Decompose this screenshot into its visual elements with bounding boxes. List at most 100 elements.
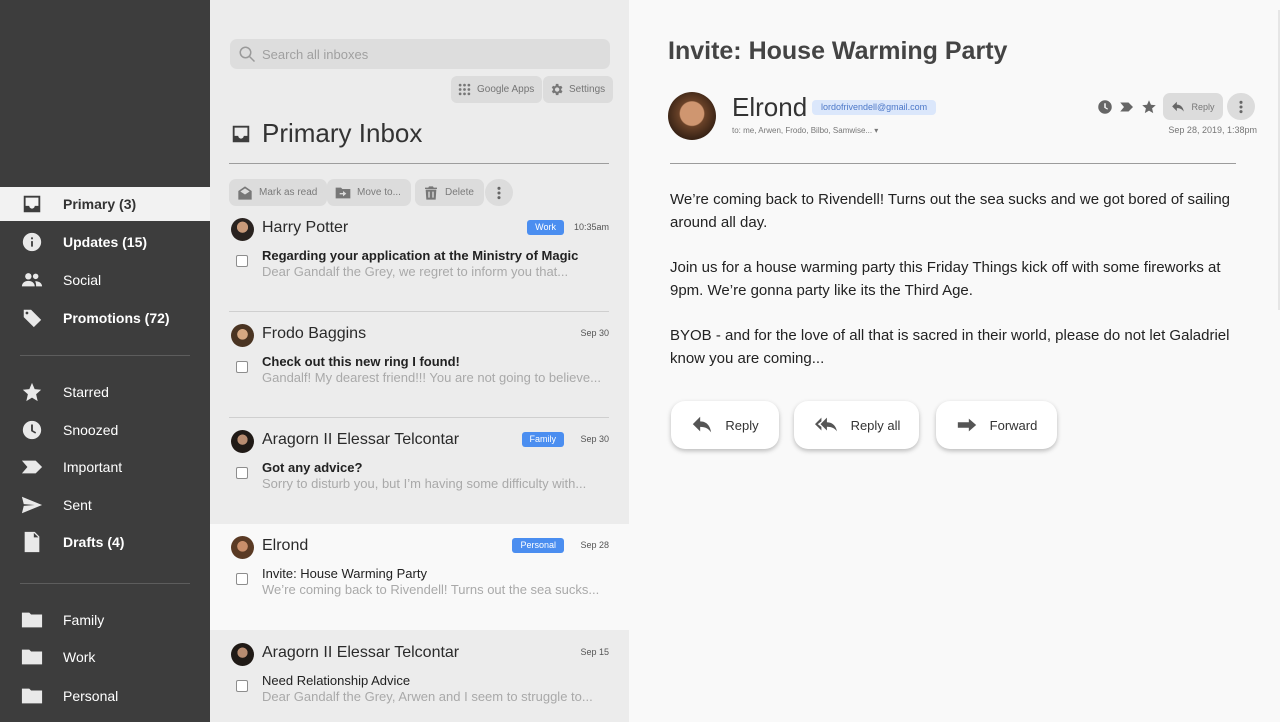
sidebar-item-updates[interactable]: Updates (15) [0,225,210,259]
more-vert-icon [1239,100,1243,113]
avatar [231,536,254,559]
email-preview: We’re coming back to Rivendell! Turns ou… [262,582,600,597]
avatar [231,324,254,347]
move-to-label: Move to... [357,187,401,198]
important-icon[interactable] [1118,98,1136,116]
sidebar-divider [20,355,190,356]
email-date: Sep 28, 2019, 1:38pm [1168,125,1257,135]
email-preview: Dear Gandalf the Grey, we regret to info… [262,264,569,279]
info-icon [21,231,43,253]
tag-icon [21,307,43,329]
sidebar-item-important[interactable]: Important [0,450,210,484]
sidebar-item-starred[interactable]: Starred [0,375,210,409]
email-subject: Invite: House Warming Party [262,566,427,581]
sender-email-chip[interactable]: lordofrivendell@gmail.com [812,100,937,115]
email-time: Sep 30 [580,434,609,444]
reply-all-label: Reply all [850,417,901,433]
sidebar-divider [20,583,190,584]
more-options-button[interactable] [1227,93,1255,120]
mark-as-read-button[interactable]: Mark as read [229,179,328,206]
google-apps-button[interactable]: Google Apps [451,76,543,103]
sidebar-item-snoozed[interactable]: Snoozed [0,413,210,447]
reading-pane: Invite: House Warming Party Elrond lordo… [629,0,1280,722]
email-checkbox[interactable] [236,255,248,267]
email-subject: Regarding your application at the Minist… [262,248,579,263]
email-checkbox[interactable] [236,573,248,585]
avatar [231,218,254,241]
email-row-selected[interactable]: Elrond Personal Sep 28 Invite: House War… [210,524,629,630]
sidebar-item-promotions[interactable]: Promotions (72) [0,301,210,335]
delete-button[interactable]: Delete [415,179,484,206]
important-icon [21,456,43,478]
sidebar-item-primary[interactable]: Primary (3) [0,187,210,221]
email-time: Sep 30 [580,328,609,338]
move-to-button[interactable]: Move to... [327,179,411,206]
label-badge: Personal [512,538,564,553]
title-divider [229,163,609,164]
clock-icon[interactable] [1096,98,1114,116]
reply-small-label: Reply [1191,101,1215,112]
move-folder-icon [335,187,351,198]
email-preview: Gandalf! My dearest friend!!! You are no… [262,370,601,385]
sidebar-item-label: Snoozed [63,422,119,438]
email-row[interactable]: Aragorn II Elessar Telcontar Family Sep … [210,418,629,524]
reply-icon [693,416,712,433]
sidebar-item-social[interactable]: Social [0,263,210,297]
email-time: Sep 15 [580,647,609,657]
search-bar[interactable] [230,39,610,69]
forward-button[interactable]: Forward [936,401,1057,449]
sidebar-item-drafts[interactable]: Drafts (4) [0,525,210,559]
body-paragraph: BYOB - and for the love of all that is s… [670,327,1230,367]
message-icons [1096,98,1158,116]
reply-all-icon [814,417,837,432]
avatar [668,92,716,140]
sidebar-item-label: Primary (3) [63,196,137,212]
trash-icon [425,185,437,200]
sidebar-item-label: Personal [63,688,119,704]
sidebar-item-label: Starred [63,384,109,400]
body-paragraph: We’re coming back to Rivendell! Turns ou… [670,191,1231,231]
reply-icon [1172,101,1185,112]
email-preview: Dear Gandalf the Grey, Arwen and I seem … [262,689,593,704]
email-preview: Sorry to disturb you, but I’m having som… [262,476,587,491]
avatar [231,643,254,666]
email-row[interactable]: Aragorn II Elessar Telcontar Sep 15 Need… [210,631,629,722]
sidebar-item-label: Work [63,649,96,665]
header-divider [670,163,1236,164]
reply-small-button[interactable]: Reply [1163,93,1223,120]
email-checkbox[interactable] [236,361,248,373]
email-sender: Frodo Baggins [262,325,367,342]
folder-icon [21,646,43,668]
open-mail-icon [238,185,252,200]
body-paragraph: Join us for a house warming party this F… [670,259,1221,299]
recipients-line[interactable]: to: me, Arwen, Frodo, Bilbo, Samwise... … [732,126,878,135]
star-icon[interactable] [1140,98,1158,116]
forward-arrow-icon [957,418,976,432]
email-checkbox[interactable] [236,680,248,692]
search-input[interactable] [262,46,562,62]
sidebar-item-work[interactable]: Work [0,640,210,674]
sidebar-item-label: Family [63,612,105,628]
sidebar-item-family[interactable]: Family [0,603,210,637]
gear-icon [551,83,563,96]
apps-grid-icon [458,83,471,96]
email-subject: Check out this new ring I found! [262,354,460,369]
sidebar-item-label: Drafts (4) [63,534,125,550]
sidebar-item-personal[interactable]: Personal [0,679,210,713]
email-checkbox[interactable] [236,467,248,479]
reply-button[interactable]: Reply [671,401,779,449]
email-sender: Elrond [262,537,309,554]
more-actions-button[interactable] [485,179,513,206]
inbox-icon [232,125,250,142]
more-vert-icon [497,186,501,199]
reply-all-button[interactable]: Reply all [794,401,919,449]
settings-button[interactable]: Settings [543,76,614,103]
email-row[interactable]: Harry Potter Work 10:35am Regarding your… [210,206,629,312]
star-icon [21,381,43,403]
mark-as-read-label: Mark as read [259,187,318,198]
email-sender: Aragorn II Elessar Telcontar [262,644,460,661]
email-time: Sep 28 [580,540,609,550]
email-row[interactable]: Frodo Baggins Sep 30 Check out this new … [210,312,629,418]
folder-icon [21,685,43,707]
sidebar-item-sent[interactable]: Sent [0,488,210,522]
